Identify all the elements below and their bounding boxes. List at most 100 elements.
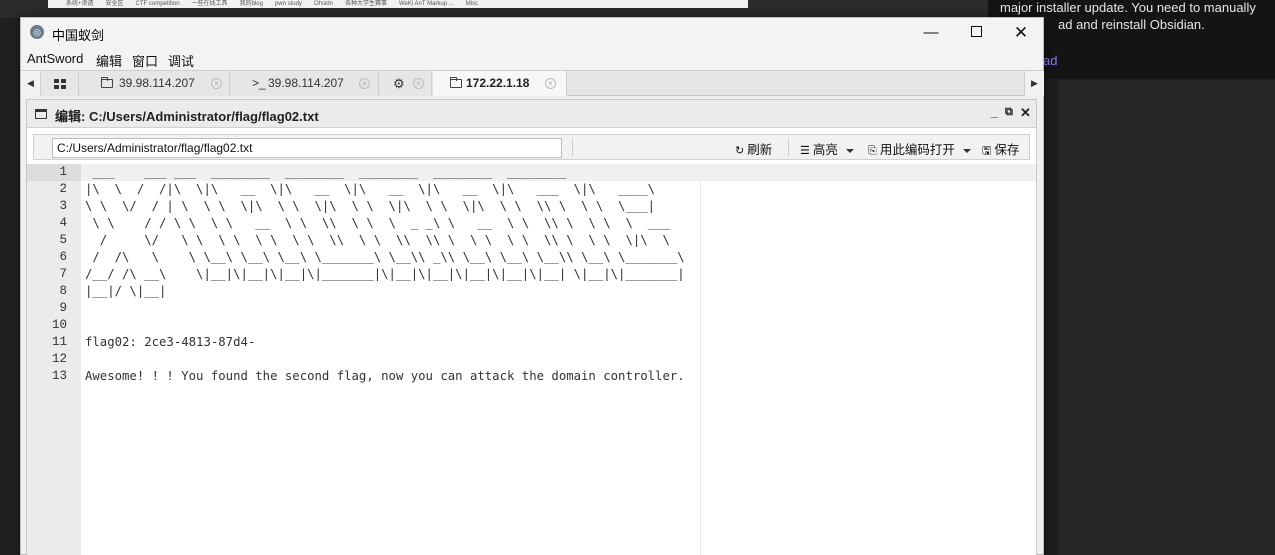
gear-icon: ⚙ xyxy=(393,76,405,91)
line-number: 9 xyxy=(59,301,67,315)
line-number: 13 xyxy=(51,369,67,383)
code-line[interactable]: 12 xyxy=(27,351,1036,368)
notice-download-link[interactable]: ad xyxy=(1043,53,1057,69)
terminal-icon: >_ xyxy=(252,76,266,90)
open-with-encoding-label: 用此编码打开 xyxy=(879,143,955,157)
save-label: 保存 xyxy=(994,143,1020,157)
bookmark-item[interactable]: 各种大学生赛事 xyxy=(345,1,387,7)
panel-close-button[interactable]: ✕ xyxy=(1020,105,1031,121)
refresh-label: 刷新 xyxy=(747,143,773,157)
folder-icon xyxy=(450,77,462,88)
bookmark-item[interactable]: 安全区 xyxy=(106,1,124,7)
file-icon: ⎘ xyxy=(868,145,877,157)
line-text: |\ \ / /|\ \|\ __ \|\ __ \|\ __ \|\ __ \… xyxy=(85,182,656,196)
bookmark-item[interactable]: pwn study xyxy=(275,1,302,7)
antsword-window: ◎ 中国蚁剑 — ✕ AntSword 编辑 窗口 调试 ◀ 39.98.114… xyxy=(20,17,1044,555)
code-line[interactable]: 10 xyxy=(27,317,1036,334)
line-number: 11 xyxy=(51,335,67,349)
editor-toolbar: ↻刷新 ☰高亮 ⎘用此编码打开 🖫保存 xyxy=(33,134,1030,160)
toolbar-divider xyxy=(572,139,573,156)
bookmark-item[interactable]: Ohsidn xyxy=(314,1,333,7)
code-editor[interactable]: 1 ___ ___ ___ ________ ________ ________… xyxy=(27,164,1036,555)
code-line[interactable]: 9 xyxy=(27,300,1036,317)
line-number: 4 xyxy=(59,216,67,230)
line-text: flag02: 2ce3-4813-87d4- xyxy=(85,335,256,349)
code-lines[interactable]: 1 ___ ___ ___ ________ ________ ________… xyxy=(27,164,1036,385)
highlight-label: 高亮 xyxy=(812,143,838,157)
refresh-icon: ↻ xyxy=(735,145,745,157)
toolbar-divider xyxy=(788,139,789,156)
background-obsidian-window xyxy=(1045,0,1275,555)
close-button[interactable]: ✕ xyxy=(998,18,1044,47)
tab-close-icon[interactable]: × xyxy=(413,78,424,89)
line-number: 1 xyxy=(27,164,81,181)
bookmark-item[interactable]: CTF competition xyxy=(136,1,180,7)
bookmark-item[interactable]: WeKi AnT Markup ... xyxy=(399,1,454,7)
code-line[interactable]: 5 / \/ \ \ \ \ \ \ \ \ \\ \ \ \\ \\ \ \ … xyxy=(27,232,1036,249)
line-text: |__|/ \|__| xyxy=(85,284,167,298)
tab-close-icon[interactable]: × xyxy=(545,78,556,89)
chevron-down-icon xyxy=(962,148,971,153)
open-with-encoding-dropdown[interactable]: ⎘ 用此编码打开 xyxy=(868,139,971,158)
code-line[interactable]: 8 |__|/ \|__| xyxy=(27,283,1036,300)
line-number: 6 xyxy=(59,250,67,264)
bookmark-item[interactable]: 系统+渗透 xyxy=(66,1,94,7)
editor-panel: 编辑: C:/Users/Administrator/flag/flag02.t… xyxy=(26,99,1037,555)
tab-file-manager-1[interactable]: 39.98.114.207 × xyxy=(80,71,230,96)
code-line[interactable]: 11 flag02: 2ce3-4813-87d4- xyxy=(27,334,1036,351)
bookmark-item[interactable]: 一些在线工具 xyxy=(192,1,228,7)
grid-icon xyxy=(54,79,66,89)
menu-window[interactable]: 窗口 xyxy=(132,51,158,70)
folder-icon xyxy=(101,77,113,88)
minimize-button[interactable]: — xyxy=(908,18,954,47)
line-text: \ \ \/ / | \ \ \ \|\ \ \ \|\ \ \ \|\ \ \… xyxy=(85,199,656,213)
line-number: 3 xyxy=(59,199,67,213)
tab-scroll-left-button[interactable]: ◀ xyxy=(21,71,41,96)
code-line[interactable]: 7 /__/ /\ __\ \|__|\|__|\|__|\|_______|\|… xyxy=(27,266,1036,283)
bookmark-item[interactable]: 我的blog xyxy=(240,1,263,7)
panel-minimize-button[interactable]: _ xyxy=(991,105,998,119)
code-line[interactable]: 6 / /\ \ \ \__\ \__\ \__\ \_______\ \__\… xyxy=(27,249,1036,266)
file-path-input[interactable] xyxy=(52,138,562,158)
background-browser-strip: 系统+渗透 安全区 CTF competition 一些在线工具 我的blog pwn s… xyxy=(0,0,1045,18)
tab-terminal[interactable]: >_ 39.98.114.207 × xyxy=(231,71,379,96)
window-title: 中国蚁剑 xyxy=(52,28,105,43)
tab-close-icon[interactable]: × xyxy=(359,78,370,89)
tab-close-icon[interactable]: × xyxy=(211,78,222,89)
save-button[interactable]: 🖫 保存 xyxy=(982,139,1019,161)
line-number: 7 xyxy=(59,267,67,281)
code-line[interactable]: 1 ___ ___ ___ ________ ________ ________… xyxy=(27,164,1036,181)
editor-panel-header[interactable]: 编辑: C:/Users/Administrator/flag/flag02.t… xyxy=(27,100,1036,128)
background-panel xyxy=(1059,80,1275,555)
line-number: 12 xyxy=(51,352,67,366)
tab-settings[interactable]: ⚙ × xyxy=(380,71,432,96)
title-bar[interactable]: ◎ 中国蚁剑 — ✕ xyxy=(21,18,1043,47)
menu-bar: AntSword 编辑 窗口 调试 xyxy=(21,47,1043,69)
list-icon: ☰ xyxy=(800,145,810,157)
bookmark-item[interactable]: Misc xyxy=(466,1,478,7)
code-line[interactable]: 3 \ \ \/ / | \ \ \ \|\ \ \ \|\ \ \ \|\ \ … xyxy=(27,198,1036,215)
refresh-button[interactable]: ↻ 刷新 xyxy=(735,139,772,158)
tab-label: 39.98.114.207 xyxy=(268,76,344,90)
highlight-dropdown[interactable]: ☰ 高亮 xyxy=(800,139,854,158)
line-number: 8 xyxy=(59,284,67,298)
tab-file-manager-active[interactable]: 172.22.1.18 × xyxy=(433,71,567,96)
maximize-icon xyxy=(970,26,982,38)
line-text: / /\ \ \ \__\ \__\ \__\ \_______\ \__\\ … xyxy=(85,250,685,264)
menu-debug[interactable]: 调试 xyxy=(168,51,194,70)
panel-restore-button[interactable]: ⧉ xyxy=(1005,106,1013,119)
code-line[interactable]: 4 \ \ / / \ \ \ \ __ \ \ \\ \ \ \ _ _\ \… xyxy=(27,215,1036,232)
maximize-button[interactable] xyxy=(953,18,999,47)
tab-scroll-right-button[interactable]: ▶ xyxy=(1024,71,1044,96)
tab-bar: ◀ 39.98.114.207 × >_ 39.98.114.207 × ⚙ ×… xyxy=(21,70,1044,96)
line-text: Awesome! ! ! You found the second flag, … xyxy=(85,369,685,383)
menu-antsword[interactable]: AntSword xyxy=(27,51,83,66)
tab-home[interactable] xyxy=(42,71,79,96)
tab-label: 172.22.1.18 xyxy=(466,76,530,90)
code-line[interactable]: 13 Awesome! ! ! You found the second flag… xyxy=(27,368,1036,385)
antsword-logo-icon: ◎ xyxy=(30,25,44,39)
tab-label: 39.98.114.207 xyxy=(119,76,195,90)
menu-edit[interactable]: 编辑 xyxy=(96,51,122,70)
code-line[interactable]: 2 |\ \ / /|\ \|\ __ \|\ __ \|\ __ \|\ __ … xyxy=(27,181,1036,198)
line-number: 10 xyxy=(51,318,67,332)
